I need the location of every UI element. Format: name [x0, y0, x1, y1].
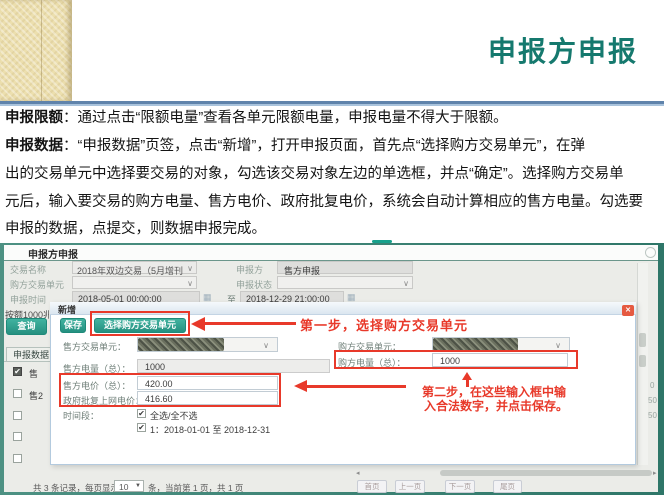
- tab-underline: [4, 361, 50, 362]
- save-button[interactable]: 保存: [60, 318, 86, 333]
- row-checkbox[interactable]: ✔: [13, 367, 22, 376]
- sidebar-accent-line: [41, 0, 42, 101]
- step2-annotation-line2: 入合法数字，并点击保存。: [424, 397, 568, 414]
- slide: 申报方申报 申报限额：通过点击“限额电量”查看各单元限额电量，申报电量不得大于限…: [0, 0, 664, 495]
- horizontal-scrollbar-thumb[interactable]: [440, 470, 652, 476]
- select-all-label: 全选/全不选: [150, 409, 198, 422]
- app-title: 申报方申报: [28, 246, 78, 261]
- redacted-seller-unit: [138, 338, 224, 351]
- calendar-icon[interactable]: ▦: [203, 292, 212, 302]
- select-all-checkbox[interactable]: ✔: [137, 409, 146, 418]
- chevron-down-icon: ∨: [555, 342, 561, 350]
- declarer-field[interactable]: 售方申报: [277, 261, 413, 274]
- time-label: 申报时间: [10, 293, 46, 306]
- seller-qty-field[interactable]: 1000: [137, 359, 330, 373]
- buyer-unit-select[interactable]: ∨: [72, 276, 197, 289]
- list-item: 售: [29, 367, 49, 380]
- close-icon[interactable]: ✕: [622, 305, 634, 316]
- row-checkbox[interactable]: [13, 454, 22, 463]
- body-line: 元后，输入要交易的购方电量、售方电价、政府批复电价，系统会自动计算相应的售方电量…: [5, 188, 660, 216]
- page-size-select[interactable]: 10 ▼: [114, 480, 144, 492]
- body-text: 元后，输入要交易的购方电量、售方电价、政府批复电价，系统会自动计算相应的售方电量…: [5, 194, 643, 210]
- pagination-last-button[interactable]: 尾页: [493, 480, 522, 493]
- body-line: 申报数据：“申报数据”页签，点击“新增”，打开申报页面，首先点“选择购方交易单元…: [5, 132, 660, 160]
- step1-highlight-box: [90, 311, 190, 336]
- body-lead: 申报限额: [5, 110, 63, 126]
- step2-highlight-box-right: [334, 350, 578, 369]
- seller-qty-value: 1000: [145, 362, 165, 372]
- body-line: 申报的数据，点提交，则数据申报完成。: [5, 215, 660, 243]
- page-title: 申报方申报: [488, 30, 638, 70]
- vertical-scrollbar-thumb[interactable]: [639, 333, 646, 347]
- pagination-prev-button[interactable]: 上一页: [395, 480, 425, 493]
- row-checkbox[interactable]: [13, 411, 22, 420]
- period-checkbox[interactable]: ✔: [137, 423, 146, 432]
- row-checkbox[interactable]: [13, 432, 22, 441]
- page-size-value: 10: [119, 482, 128, 492]
- calendar-icon[interactable]: ▦: [347, 292, 356, 302]
- step1-arrow-line: [204, 322, 296, 325]
- body-line: 申报限额：通过点击“限额电量”查看各单元限额电量，申报电量不得大于限额。: [5, 104, 660, 132]
- row-checkbox[interactable]: [13, 389, 22, 398]
- declarer-label: 申报方: [236, 263, 263, 276]
- table-peek-value: 50: [648, 411, 657, 420]
- period-label: 时间段：: [63, 409, 99, 422]
- select-caret-icon: ▼: [135, 483, 141, 489]
- scroll-left-icon[interactable]: ◂: [356, 470, 360, 478]
- chevron-down-icon: ∨: [187, 265, 193, 273]
- table-peek-value: 0: [650, 381, 654, 390]
- pagination-next-button[interactable]: 下一页: [445, 480, 475, 493]
- buyer-unit-label: 购方交易单元: [10, 278, 64, 291]
- records-summary-prefix: 共 3 条记录，每页显示: [33, 482, 119, 494]
- step1-annotation: 第一步，选择购方交易单元: [300, 315, 468, 334]
- pen-mark-decoration: [372, 240, 392, 243]
- pagination-first-button[interactable]: 首页: [357, 480, 387, 493]
- body-text: ：通过点击“限额电量”查看各单元限额电量，申报电量不得大于限额。: [63, 110, 508, 126]
- trade-name-select[interactable]: 2018年双边交易（5月增刊发电… ∨: [72, 261, 197, 274]
- dialog-title: 新增: [58, 303, 76, 316]
- chevron-down-icon: ∨: [403, 280, 409, 288]
- trade-name-label: 交易名称: [10, 263, 46, 276]
- status-label: 申报状态: [236, 278, 272, 291]
- list-item: 售2: [29, 389, 49, 402]
- body-line: 出的交易单元中选择要交易的对象，勾选该交易对象左边的单选框，并点“确定”。选择购…: [5, 160, 660, 188]
- tab-declare-data[interactable]: 申报数据: [6, 347, 56, 362]
- vertical-scrollbar-thumb[interactable]: [639, 355, 646, 367]
- chevron-down-icon: ∨: [263, 342, 269, 350]
- sidebar-decoration: [0, 0, 72, 101]
- scroll-right-icon[interactable]: ▸: [653, 470, 657, 478]
- body-text: 申报的数据，点提交，则数据申报完成。: [5, 221, 266, 237]
- records-summary-suffix: 条，当前第 1 页，共 1 页: [148, 482, 243, 494]
- body-lead: 申报数据: [5, 138, 63, 154]
- step2-arrow-line: [306, 385, 406, 388]
- seller-unit-label: 售方交易单元：: [63, 340, 126, 353]
- table-peek-value: 50: [648, 396, 657, 405]
- body-text: ：“申报数据”页签，点击“新增”，打开申报页面，首先点“选择购方交易单元”，在弹: [63, 138, 585, 154]
- body-text: 出的交易单元中选择要交易的对象，勾选该交易对象左边的单选框，并点“确定”。选择购…: [5, 166, 624, 182]
- period-item-label: 1：2018-01-01 至 2018-12-31: [150, 423, 270, 436]
- status-select[interactable]: ∨: [277, 276, 413, 289]
- app-titlebar: [4, 245, 658, 261]
- window-circle-icon[interactable]: [645, 247, 656, 258]
- chevron-down-icon: ∨: [187, 280, 193, 288]
- query-button[interactable]: 查询: [6, 318, 47, 335]
- step1-arrow-icon: [191, 317, 205, 331]
- step2-highlight-box-left: [59, 373, 281, 407]
